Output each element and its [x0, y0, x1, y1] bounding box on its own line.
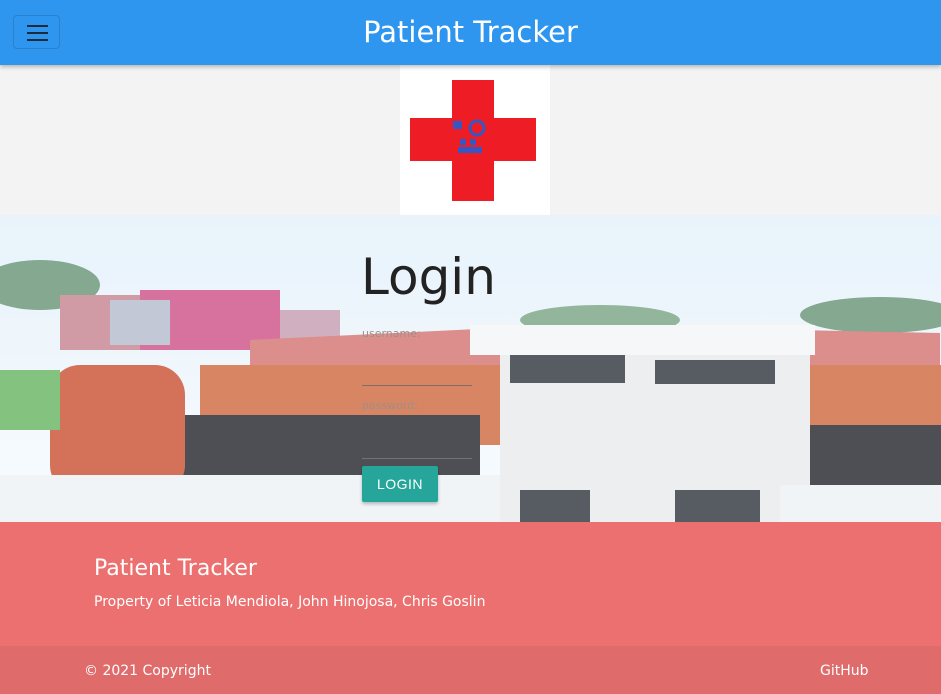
footer-copyright-bar: © 2021 Copyright GitHub [0, 646, 941, 694]
navbar-brand[interactable]: Patient Tracker [0, 14, 941, 50]
footer: Patient Tracker Property of Leticia Mend… [0, 522, 941, 646]
login-button[interactable]: LOGIN [362, 466, 438, 502]
username-input[interactable] [362, 361, 472, 386]
copyright-text: © 2021 Copyright [84, 663, 211, 679]
top-navbar: Patient Tracker [0, 0, 941, 65]
login-heading: Login [361, 248, 496, 306]
logo-band [0, 65, 941, 215]
username-label: username: [362, 327, 421, 340]
github-link[interactable]: GitHub [820, 663, 869, 679]
footer-subtitle: Property of Leticia Mendiola, John Hinoj… [94, 594, 486, 610]
red-cross-logo [400, 65, 550, 215]
password-input[interactable] [362, 434, 472, 459]
password-label: password: [362, 399, 418, 412]
footer-title: Patient Tracker [94, 556, 257, 581]
